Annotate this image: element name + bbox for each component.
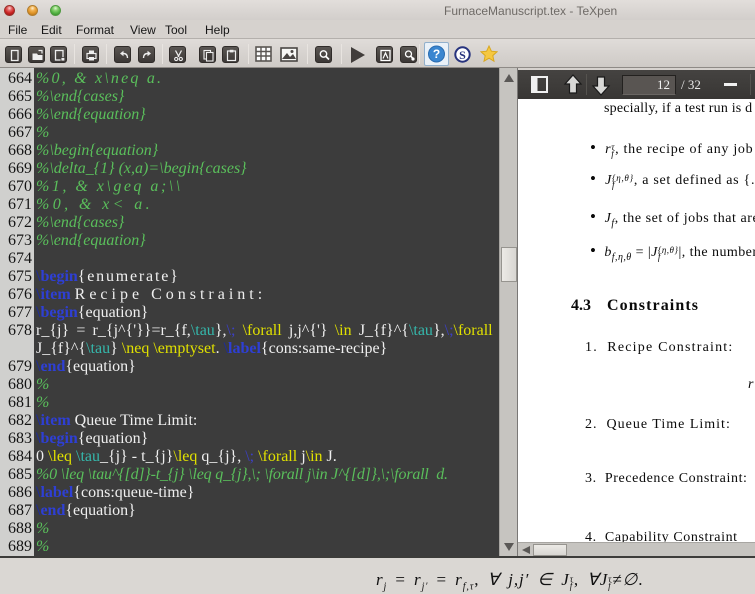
svg-text:?: ? bbox=[433, 47, 440, 61]
svg-text:S: S bbox=[459, 48, 466, 62]
